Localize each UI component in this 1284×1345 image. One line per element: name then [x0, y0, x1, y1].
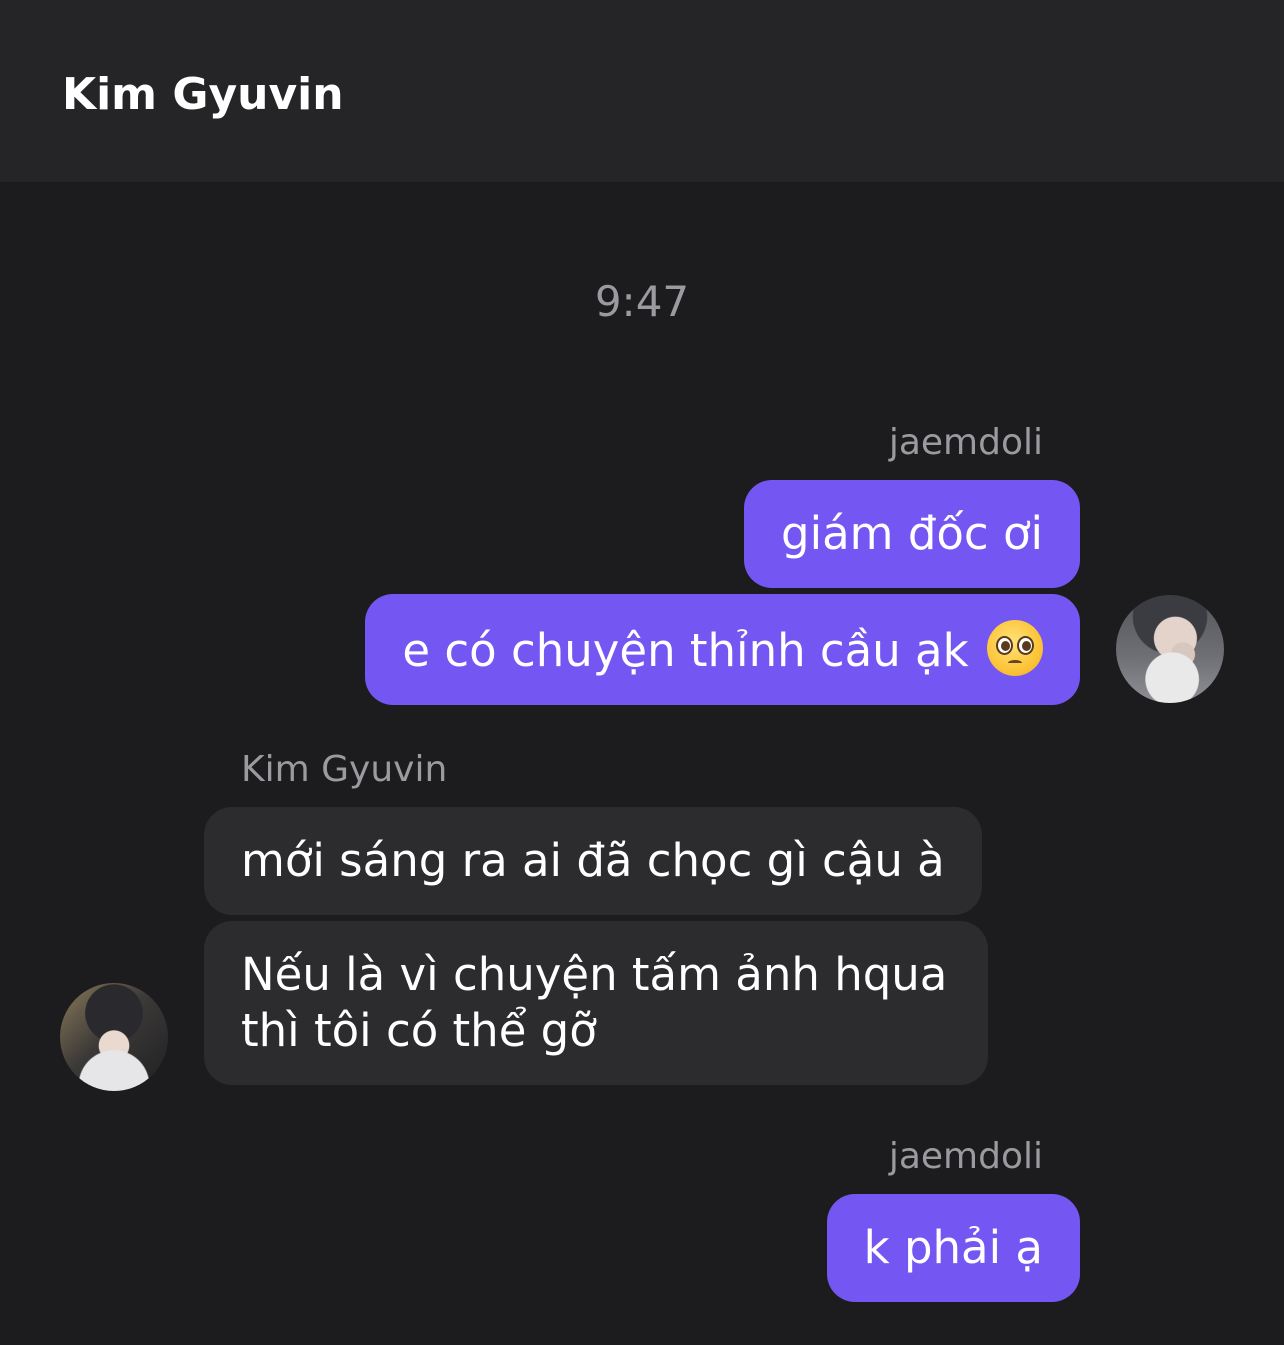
message-text: e có chuyện thỉnh cầu ạk: [402, 624, 969, 677]
sender-name: jaemdoli: [888, 422, 1043, 463]
avatar[interactable]: [1116, 595, 1224, 703]
message-text: mới sáng ra ai đã chọc gì cậu à: [241, 834, 945, 887]
message-text: giám đốc ơi: [781, 507, 1043, 560]
message-text-line: thì tôi có thể gỡ: [241, 1004, 597, 1057]
message-bubble[interactable]: mới sáng ra ai đã chọc gì cậu à: [204, 807, 982, 915]
message-text-line: Nếu là vì chuyện tấm ảnh hqua: [241, 948, 948, 1001]
message-bubble[interactable]: k phải ạ: [826, 1194, 1080, 1302]
sender-name: Kim Gyuvin: [241, 749, 448, 790]
chat-title[interactable]: Kim Gyuvin: [62, 62, 344, 128]
message-bubble[interactable]: Nếu là vì chuyện tấm ảnh hqua thì tôi có…: [204, 921, 988, 1085]
pleading-face-icon: [987, 620, 1043, 676]
message-bubble[interactable]: giám đốc ơi: [744, 480, 1080, 588]
message-text: k phải ạ: [863, 1221, 1043, 1274]
sender-name: jaemdoli: [888, 1136, 1043, 1177]
message-timestamp: 9:47: [594, 277, 690, 326]
message-bubble[interactable]: e có chuyện thỉnh cầu ạk: [365, 594, 1080, 705]
avatar[interactable]: [60, 983, 168, 1091]
chat-header: Kim Gyuvin: [0, 0, 1284, 182]
